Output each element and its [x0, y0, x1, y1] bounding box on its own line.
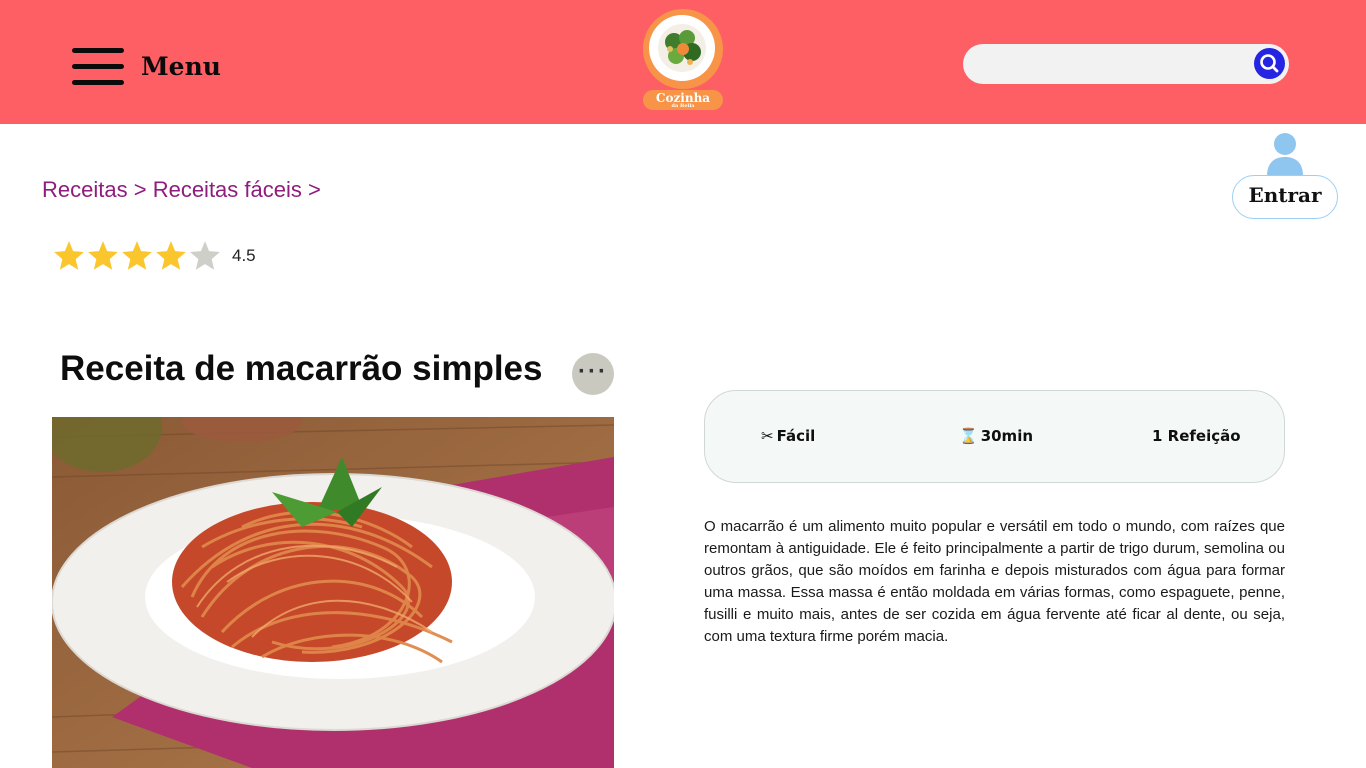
search-button[interactable] — [1254, 48, 1285, 79]
star-empty-icon[interactable] — [188, 239, 222, 273]
recipe-description: O macarrão é um alimento muito popular e… — [704, 518, 1285, 645]
recipe-title: Receita de macarrão simples — [60, 349, 543, 388]
user-icon — [1267, 133, 1303, 176]
star-filled-icon[interactable] — [86, 239, 120, 273]
menu-label: Menu — [141, 51, 221, 81]
rating-value: 4.5 — [232, 246, 256, 265]
more-dots-icon: ··· — [578, 358, 608, 385]
site-logo[interactable]: Cozinha da Bella — [642, 8, 724, 112]
salad-bowl-icon — [658, 24, 706, 72]
search-bar — [963, 44, 1289, 84]
rating: 4.5 — [52, 239, 256, 273]
search-icon — [1260, 54, 1279, 73]
recipe-info-card: ✂ Fácil ⌛ 30min 1 Refeição — [704, 390, 1285, 483]
menu-button[interactable]: Menu — [70, 46, 221, 86]
time-value: 30min — [980, 427, 1034, 445]
star-filled-icon[interactable] — [52, 239, 86, 273]
logo-banner: Cozinha da Bella — [643, 90, 723, 110]
breadcrumb: Receitas > Receitas fáceis > — [42, 177, 321, 203]
breadcrumb-separator: > — [308, 177, 321, 202]
hourglass-icon: ⌛ — [959, 427, 978, 445]
servings-info: 1 Refeição — [1152, 427, 1241, 445]
breadcrumb-item-receitas[interactable]: Receitas — [42, 177, 128, 202]
top-header: Menu Cozinha da Bella — [0, 0, 1366, 124]
star-filled-icon[interactable] — [154, 239, 188, 273]
more-options-button[interactable]: ··· — [572, 353, 614, 395]
servings-value: 1 Refeição — [1152, 427, 1241, 445]
breadcrumb-item-receitas-faceis[interactable]: Receitas fáceis — [153, 177, 302, 202]
search-input[interactable] — [979, 50, 1249, 78]
hamburger-icon — [70, 46, 124, 86]
utensils-icon: ✂ — [761, 427, 774, 445]
breadcrumb-separator: > — [133, 177, 147, 202]
difficulty-value: Fácil — [776, 427, 816, 445]
time-info: ⌛ 30min — [959, 427, 1033, 445]
logo-subtitle: da Bella — [671, 103, 695, 109]
star-filled-icon[interactable] — [120, 239, 154, 273]
recipe-photo — [52, 417, 614, 768]
login-button[interactable]: Entrar — [1232, 175, 1338, 219]
difficulty-info: ✂ Fácil — [761, 427, 815, 445]
